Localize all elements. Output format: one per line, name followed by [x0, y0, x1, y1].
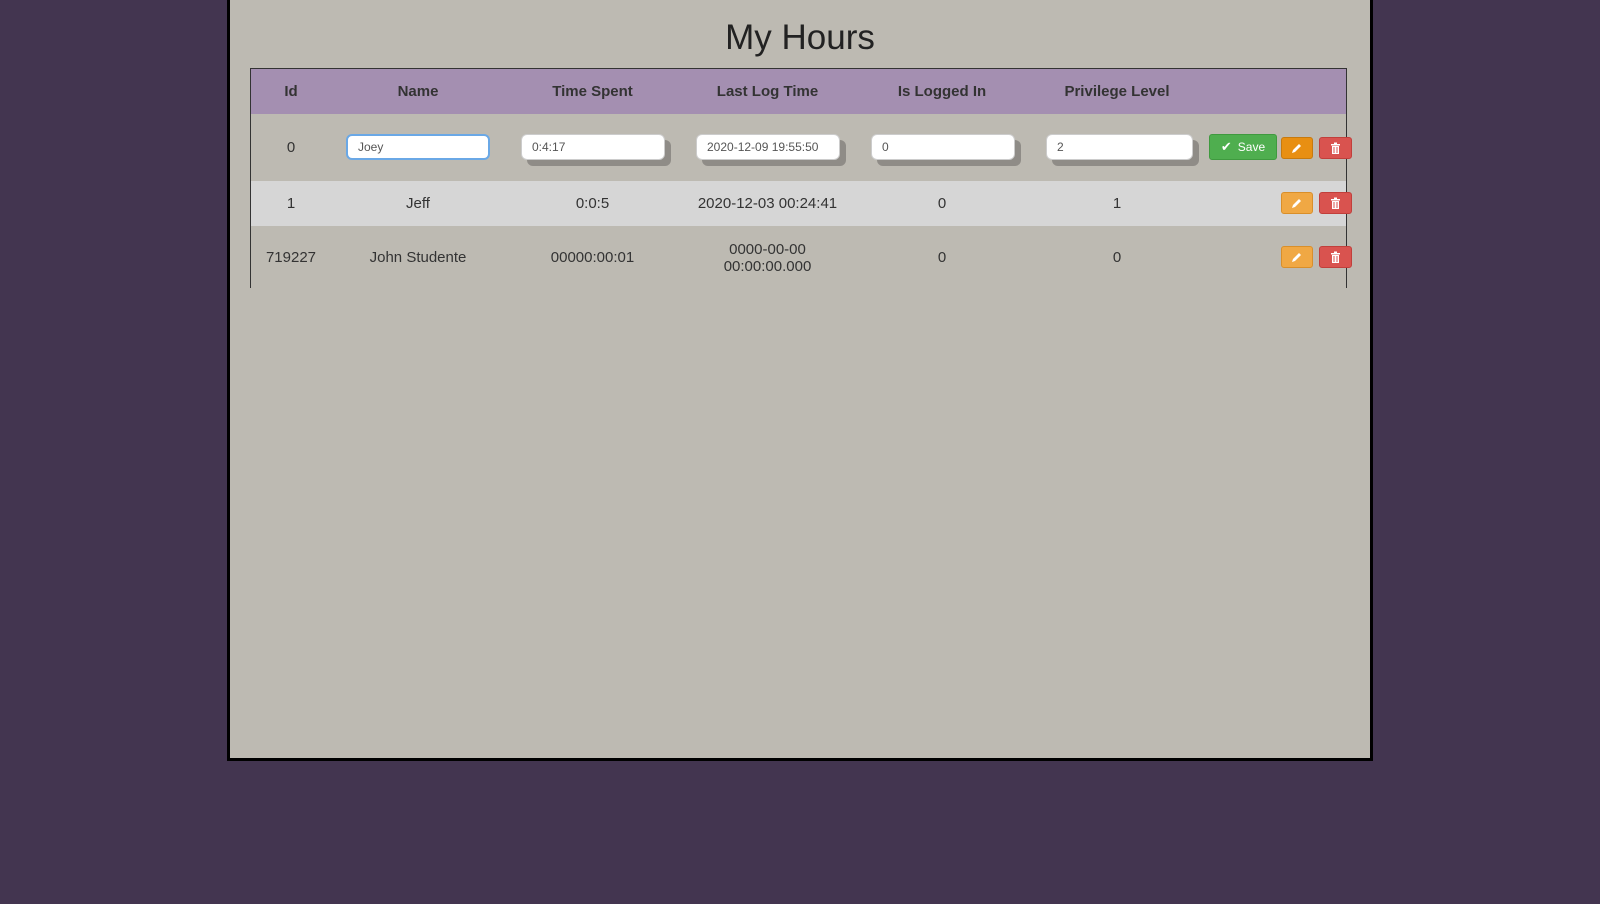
save-label: Save — [1237, 140, 1266, 154]
row-time-spent: 00000:00:01 — [550, 249, 635, 266]
table-row-editing: 0 ✔ Save — [251, 114, 1352, 181]
last-log-time-input[interactable] — [696, 134, 840, 160]
name-input[interactable] — [346, 134, 490, 160]
trash-icon — [1331, 142, 1340, 154]
row-id: 0 — [286, 139, 296, 156]
pencil-icon — [1292, 253, 1301, 262]
row-name: John Studente — [369, 249, 467, 266]
row-name: Jeff — [406, 195, 430, 212]
trash-icon — [1331, 251, 1340, 263]
row-last-log-time: 0000-00-00 00:00:00.000 — [680, 226, 855, 289]
is-logged-in-input[interactable] — [871, 134, 1015, 160]
last-log-date: 0000-00-00 — [729, 240, 806, 258]
header-last-log-time: Last Log Time — [716, 83, 819, 100]
hours-table: Id Name Time Spent Last Log Time Is Logg… — [250, 68, 1352, 289]
delete-button[interactable] — [1319, 192, 1352, 214]
table-row: 719227 John Studente 00000:00:01 0000-00… — [251, 226, 1352, 289]
pencil-icon — [1292, 199, 1301, 208]
row-privilege-level: 0 — [1112, 249, 1122, 266]
header-is-logged-in: Is Logged In — [897, 83, 987, 100]
row-time-spent: 0:0:5 — [575, 195, 610, 212]
check-icon: ✔ — [1220, 139, 1232, 154]
header-time-spent: Time Spent — [552, 83, 633, 100]
edit-button[interactable] — [1281, 192, 1313, 214]
save-button[interactable]: ✔ Save — [1209, 134, 1277, 160]
table-header: Id Name Time Spent Last Log Time Is Logg… — [251, 69, 1346, 114]
privilege-level-input[interactable] — [1046, 134, 1193, 160]
delete-button[interactable] — [1319, 246, 1352, 268]
time-spent-input[interactable] — [521, 134, 665, 160]
row-id: 1 — [286, 195, 296, 212]
row-last-log-time: 2020-12-03 00:24:41 — [697, 195, 838, 212]
row-privilege-level: 1 — [1112, 195, 1122, 212]
header-id: Id — [284, 83, 298, 100]
header-privilege-level: Privilege Level — [1064, 83, 1170, 100]
last-log-clock: 00:00:00.000 — [723, 257, 812, 275]
delete-button[interactable] — [1319, 137, 1352, 159]
table-row: 1 Jeff 0:0:5 2020-12-03 00:24:41 0 1 — [251, 181, 1352, 226]
page-title: My Hours — [725, 18, 875, 57]
main-panel: My Hours Id Name Time Spent Last Log Tim… — [227, 0, 1373, 761]
row-id: 719227 — [265, 249, 317, 266]
pencil-icon — [1292, 144, 1301, 153]
edit-button[interactable] — [1281, 137, 1313, 159]
row-is-logged-in: 0 — [937, 195, 947, 212]
trash-icon — [1331, 197, 1340, 209]
row-is-logged-in: 0 — [937, 249, 947, 266]
edit-button[interactable] — [1281, 246, 1313, 268]
header-name: Name — [397, 83, 439, 100]
